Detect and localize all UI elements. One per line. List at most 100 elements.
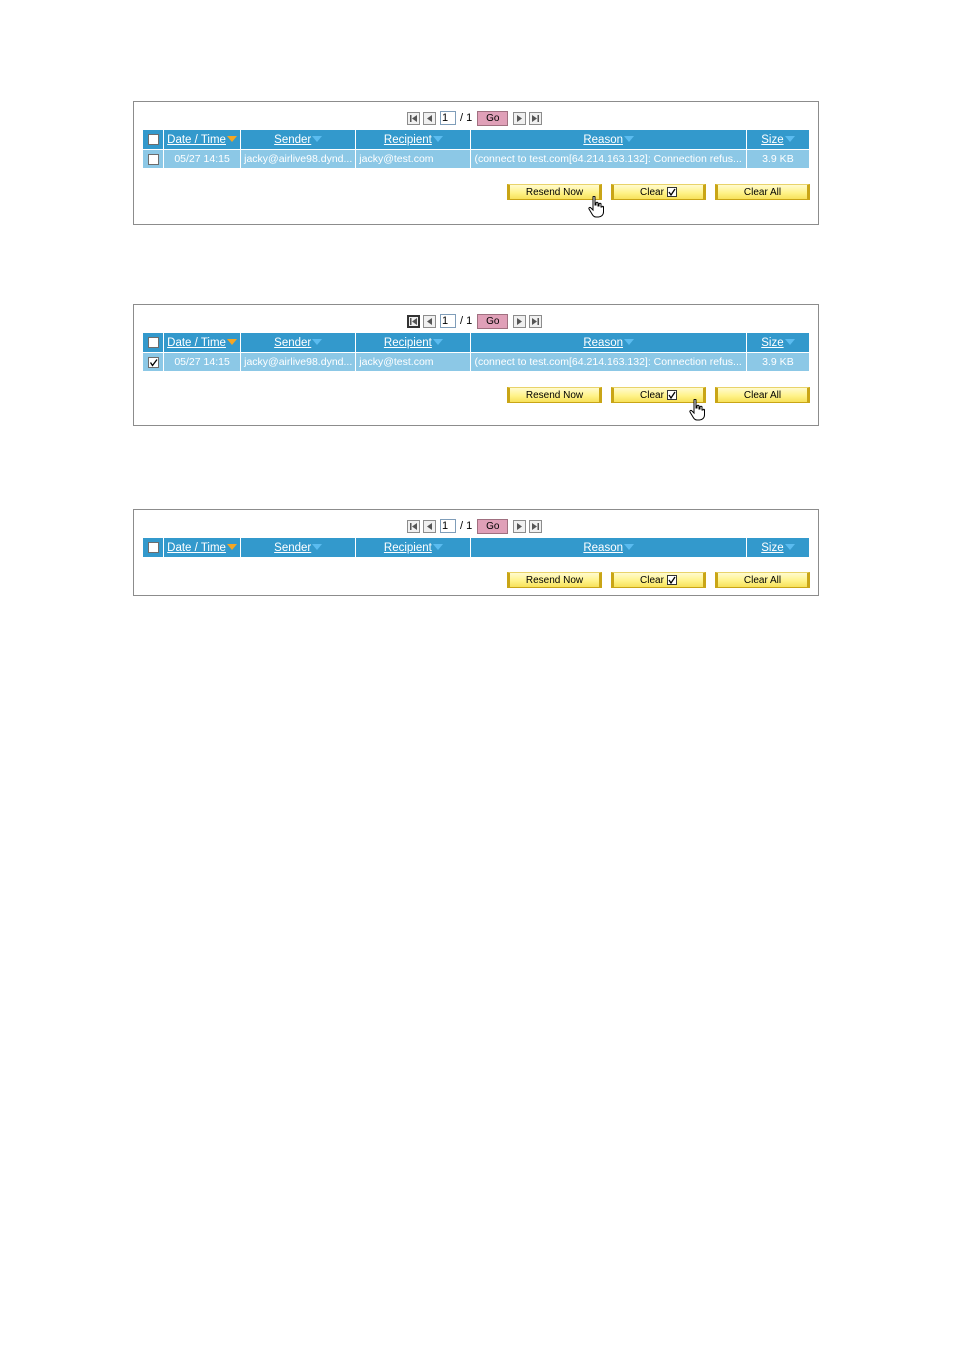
row-checkbox[interactable] xyxy=(147,153,159,165)
row-checkbox-checked[interactable] xyxy=(147,356,159,368)
first-page-button[interactable] xyxy=(407,519,420,533)
column-date-time[interactable]: Date / Time xyxy=(164,130,241,149)
prev-page-button[interactable] xyxy=(423,519,436,533)
column-recipient[interactable]: Recipient xyxy=(356,333,471,352)
row-select-cell xyxy=(143,352,164,371)
checkmark-icon xyxy=(666,390,677,400)
hand-cursor-icon xyxy=(588,196,604,218)
checkmark-icon xyxy=(149,358,158,367)
action-buttons: Resend Now Clear Clear All xyxy=(498,572,810,588)
sort-icon xyxy=(784,339,795,346)
go-button[interactable]: Go xyxy=(477,110,509,126)
resend-now-button[interactable]: Resend Now xyxy=(507,572,602,588)
select-all-header xyxy=(143,130,164,149)
cell-sender: jacky@airlive98.dynd... xyxy=(241,352,356,371)
sort-icon xyxy=(623,339,634,346)
cell-size: 3.9 KB xyxy=(746,149,809,168)
next-page-icon xyxy=(517,114,523,122)
prev-page-icon xyxy=(427,317,432,325)
sort-icon xyxy=(784,136,795,143)
prev-page-button[interactable] xyxy=(423,111,436,125)
sort-icon xyxy=(312,339,323,346)
cell-reason: (connect to test.com[64.214.163.132]: Co… xyxy=(471,149,746,168)
column-reason[interactable]: Reason xyxy=(471,538,746,557)
last-page-button[interactable] xyxy=(529,519,543,533)
cell-recipient: jacky@test.com xyxy=(356,149,471,168)
page-number-input[interactable] xyxy=(440,314,456,328)
next-page-button[interactable] xyxy=(513,314,527,328)
select-all-header xyxy=(143,538,164,557)
column-sender[interactable]: Sender xyxy=(241,130,356,149)
first-page-button[interactable] xyxy=(407,314,420,328)
cell-date-time: 05/27 14:15 xyxy=(164,149,241,168)
column-date-time[interactable]: Date / Time xyxy=(164,333,241,352)
first-page-button[interactable] xyxy=(407,111,420,125)
cell-size: 3.9 KB xyxy=(746,352,809,371)
action-buttons: Resend Now Clear Clear All xyxy=(498,387,810,403)
row-select-cell xyxy=(143,149,164,168)
go-button[interactable]: Go xyxy=(477,313,509,329)
sort-icon xyxy=(784,544,795,551)
clear-all-button[interactable]: Clear All xyxy=(715,387,810,403)
table-row: 05/27 14:15 jacky@airlive98.dynd... jack… xyxy=(143,149,809,168)
last-page-icon xyxy=(532,522,540,530)
page-number-input[interactable] xyxy=(440,111,456,125)
go-button[interactable]: Go xyxy=(477,518,509,534)
column-reason[interactable]: Reason xyxy=(471,130,746,149)
table-row: 05/27 14:15 jacky@airlive98.dynd... jack… xyxy=(143,352,809,371)
prev-page-icon xyxy=(427,522,432,530)
next-page-button[interactable] xyxy=(513,519,527,533)
clear-button[interactable]: Clear xyxy=(611,572,706,588)
cell-date-time: 05/27 14:15 xyxy=(164,352,241,371)
checkmark-icon xyxy=(666,575,677,585)
column-size[interactable]: Size xyxy=(746,333,809,352)
sort-desc-icon xyxy=(226,544,237,551)
mail-queue-panel-2: / 1 Go Date / Time Sender Recipient Reas… xyxy=(133,304,819,426)
page-total: / 1 xyxy=(460,112,473,124)
page-total: / 1 xyxy=(460,520,473,532)
mail-queue-panel-3: / 1 Go Date / Time Sender Recipient Reas… xyxy=(133,509,819,596)
select-all-checkbox[interactable] xyxy=(147,133,159,145)
cell-reason: (connect to test.com[64.214.163.132]: Co… xyxy=(471,352,746,371)
column-sender[interactable]: Sender xyxy=(241,333,356,352)
sort-icon xyxy=(432,339,443,346)
last-page-button[interactable] xyxy=(529,314,543,328)
column-recipient[interactable]: Recipient xyxy=(356,130,471,149)
column-reason[interactable]: Reason xyxy=(471,333,746,352)
sort-desc-icon xyxy=(226,136,237,143)
column-size[interactable]: Size xyxy=(746,130,809,149)
last-page-icon xyxy=(532,114,540,122)
pager: / 1 Go xyxy=(407,313,545,329)
first-page-icon xyxy=(410,522,417,530)
checkmark-icon xyxy=(666,187,677,197)
mail-queue-table: Date / Time Sender Recipient Reason Size… xyxy=(142,333,810,371)
resend-now-button[interactable]: Resend Now xyxy=(507,387,602,403)
sort-icon xyxy=(623,544,634,551)
column-date-time[interactable]: Date / Time xyxy=(164,538,241,557)
cell-recipient: jacky@test.com xyxy=(356,352,471,371)
clear-all-button[interactable]: Clear All xyxy=(715,184,810,200)
last-page-button[interactable] xyxy=(529,111,543,125)
column-size[interactable]: Size xyxy=(746,538,809,557)
action-buttons: Resend Now Clear Clear All xyxy=(498,184,810,200)
column-recipient[interactable]: Recipient xyxy=(356,538,471,557)
prev-page-button[interactable] xyxy=(423,314,436,328)
sort-icon xyxy=(312,544,323,551)
hand-cursor-icon xyxy=(689,399,705,421)
clear-button[interactable]: Clear xyxy=(611,184,706,200)
mail-queue-panel-1: / 1 Go Date / Time Sender Recipient Reas… xyxy=(133,101,819,225)
first-page-icon xyxy=(410,317,417,325)
next-page-icon xyxy=(517,317,523,325)
sort-icon xyxy=(623,136,634,143)
cell-sender: jacky@airlive98.dynd... xyxy=(241,149,356,168)
page-number-input[interactable] xyxy=(440,519,456,533)
column-sender[interactable]: Sender xyxy=(241,538,356,557)
clear-all-button[interactable]: Clear All xyxy=(715,572,810,588)
first-page-icon xyxy=(410,114,417,122)
next-page-icon xyxy=(517,522,523,530)
sort-icon xyxy=(312,136,323,143)
select-all-checkbox[interactable] xyxy=(147,541,159,553)
select-all-checkbox[interactable] xyxy=(147,336,159,348)
prev-page-icon xyxy=(427,114,432,122)
next-page-button[interactable] xyxy=(513,111,527,125)
